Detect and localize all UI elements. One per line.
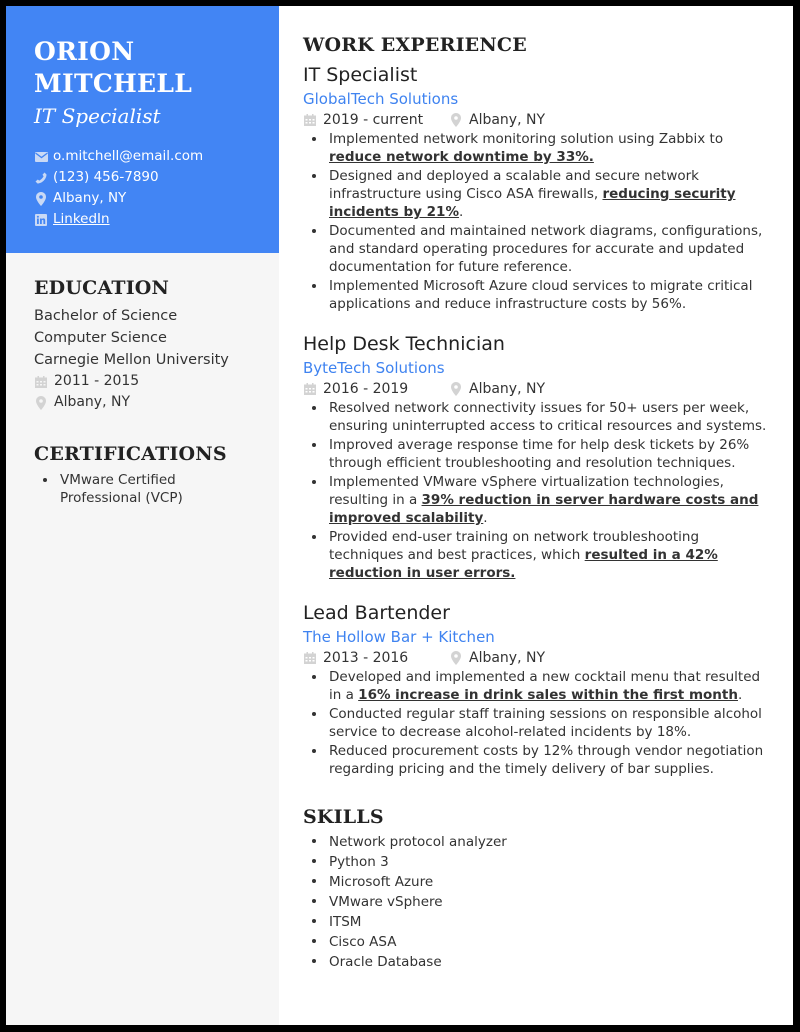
job-bullet: Conducted regular staff training session… [303,705,773,741]
name-line-1: ORION [34,37,135,66]
calendar-icon [303,651,317,665]
education-location: Albany, NY [34,392,259,413]
location-text: Albany, NY [469,381,546,397]
header-block: ORION MITCHELL IT Specialist o.mitchell@… [6,6,279,253]
location-text: Albany, NY [469,112,546,128]
company-name: GlobalTech Solutions [303,90,459,108]
calendar-icon [303,382,317,396]
education-section: EDUCATION Bachelor of Science Computer S… [6,277,279,413]
job-bullet: Implemented network monitoring solution … [303,130,773,166]
skill-item: Network protocol analyzer [303,832,773,852]
linkedin-icon [34,213,48,227]
skill-item: Microsoft Azure [303,872,773,892]
certification-item: VMware Certified Professional (VCP) [34,471,259,507]
contact-location: Albany, NY [34,188,259,209]
main-content: WORK EXPERIENCE IT Specialist GlobalTech… [279,6,793,1025]
job-bullets: Developed and implemented a new cocktail… [303,668,773,778]
job-dates: 2013 - 2016 [303,648,449,668]
dates-text: 2011 - 2015 [54,373,140,389]
map-pin-icon [449,113,463,127]
contact-email[interactable]: o.mitchell@email.com [34,146,259,167]
map-pin-icon [34,395,48,410]
job-location: Albany, NY [449,379,545,399]
work-experience-heading: WORK EXPERIENCE [303,34,527,56]
job-bullet: Improved average response time for help … [303,436,773,472]
job-title: IT Specialist [303,64,418,86]
job-location: Albany, NY [449,110,545,130]
location-text: Albany, NY [469,650,546,666]
linkedin-link[interactable]: LinkedIn [53,209,110,230]
job-title: Help Desk Technician [303,333,505,355]
job-bullet: Reduced procurement costs by 12% through… [303,742,773,778]
location-text: Albany, NY [54,394,131,410]
dates-text: 2019 - current [323,112,424,128]
job-location: Albany, NY [449,648,545,668]
job-bullet: Implemented Microsoft Azure cloud servic… [303,277,773,313]
certifications-heading: CERTIFICATIONS [34,443,227,465]
job-entry: IT Specialist GlobalTech Solutions 2019 … [303,62,773,313]
highlighted-achievement: reduce network downtime by 33%. [329,149,594,165]
map-pin-icon [449,651,463,665]
skill-item: VMware vSphere [303,892,773,912]
certifications-list: VMware Certified Professional (VCP) [34,471,259,507]
job-meta: 2016 - 2019 Albany, NY [303,379,773,399]
email-text: o.mitchell@email.com [53,148,204,164]
candidate-title: IT Specialist [34,104,161,128]
degree: Bachelor of Science [34,308,178,324]
skill-item: Cisco ASA [303,932,773,952]
job-entry: Lead Bartender The Hollow Bar + Kitchen … [303,600,773,778]
skills-section: SKILLS Network protocol analyzer Python 3… [303,806,773,972]
job-bullet: Documented and maintained network diagra… [303,222,773,276]
job-dates: 2019 - current [303,110,449,130]
skill-item: ITSM [303,912,773,932]
job-dates: 2016 - 2019 [303,379,449,399]
company-name: The Hollow Bar + Kitchen [303,628,495,646]
map-pin-icon [449,382,463,396]
name-line-2: MITCHELL [34,69,193,98]
candidate-name: ORION MITCHELL [34,36,259,100]
education-heading: EDUCATION [34,277,170,299]
contact-linkedin[interactable]: LinkedIn [34,209,259,230]
job-bullet: Implemented VMware vSphere virtualizatio… [303,473,773,527]
dates-text: 2016 - 2019 [323,381,409,397]
job-bullet: Resolved network connectivity issues for… [303,399,773,435]
job-meta: 2013 - 2016 Albany, NY [303,648,773,668]
job-bullets: Resolved network connectivity issues for… [303,399,773,582]
job-bullets: Implemented network monitoring solution … [303,130,773,313]
phone-text: (123) 456-7890 [53,169,159,185]
calendar-icon [303,113,317,127]
jobs-list: IT Specialist GlobalTech Solutions 2019 … [303,62,773,778]
field-of-study: Computer Science [34,330,167,346]
highlighted-achievement: 39% reduction in server hardware costs a… [329,492,759,526]
calendar-icon [34,375,48,389]
school-name: Carnegie Mellon University [34,352,229,368]
envelope-icon [34,150,48,164]
certifications-section: CERTIFICATIONS VMware Certified Professi… [6,443,279,507]
highlighted-achievement: reducing security incidents by 21% [329,186,736,220]
company-name: ByteTech Solutions [303,359,445,377]
education-dates: 2011 - 2015 [34,371,259,392]
map-pin-icon [34,191,48,206]
dates-text: 2013 - 2016 [323,650,409,666]
contact-list: o.mitchell@email.com (123) 456-7890 Alba… [34,146,259,230]
highlighted-achievement: resulted in a 42% reduction in user erro… [329,547,718,581]
highlighted-achievement: 16% increase in drink sales within the f… [358,687,738,703]
phone-icon [34,171,48,185]
job-meta: 2019 - current Albany, NY [303,110,773,130]
job-bullet: Designed and deployed a scalable and sec… [303,167,773,221]
skill-item: Oracle Database [303,952,773,972]
job-title: Lead Bartender [303,602,450,624]
skills-heading: SKILLS [303,806,384,828]
contact-phone[interactable]: (123) 456-7890 [34,167,259,188]
location-text: Albany, NY [53,190,127,206]
skill-item: Python 3 [303,852,773,872]
job-bullet: Developed and implemented a new cocktail… [303,668,773,704]
job-bullet: Provided end-user training on network tr… [303,528,773,582]
resume-page: ORION MITCHELL IT Specialist o.mitchell@… [6,6,793,1025]
sidebar: ORION MITCHELL IT Specialist o.mitchell@… [6,6,279,1025]
job-entry: Help Desk Technician ByteTech Solutions … [303,331,773,582]
skills-list: Network protocol analyzer Python 3 Microso… [303,832,773,972]
